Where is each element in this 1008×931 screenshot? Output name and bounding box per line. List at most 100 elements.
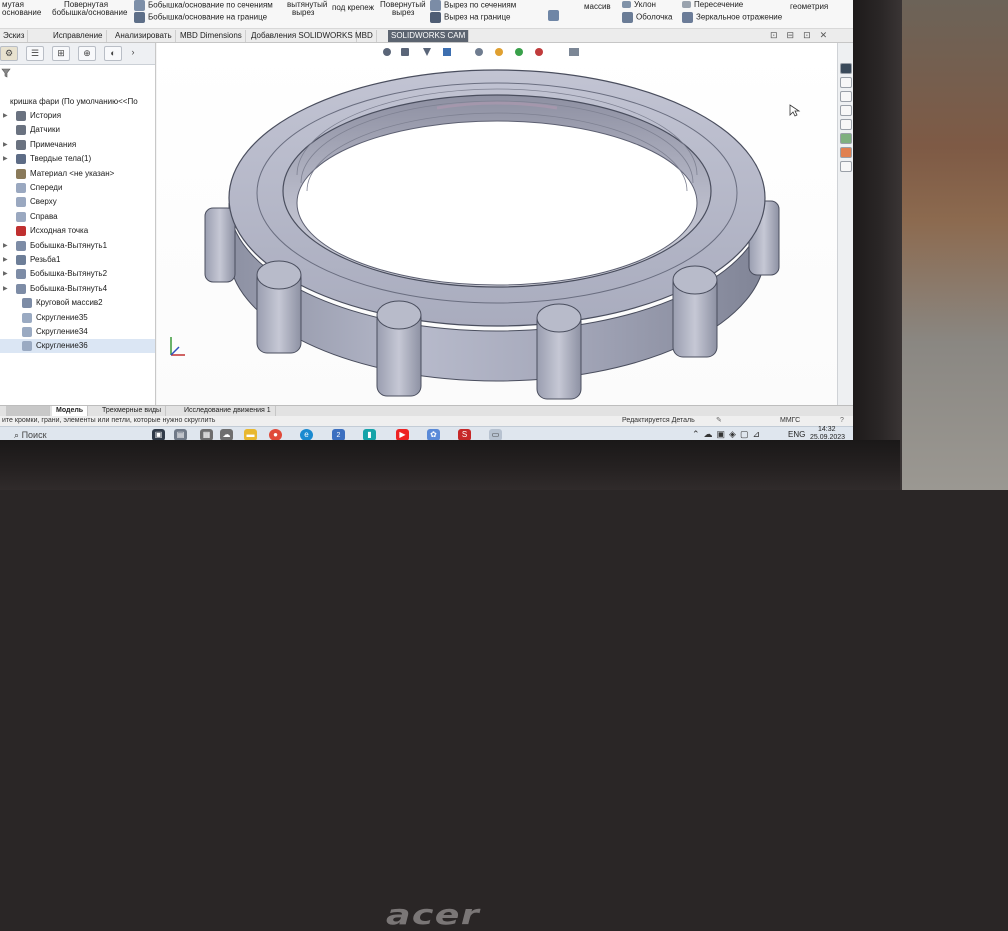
edit-appearance-icon: [535, 48, 543, 56]
tree-filter[interactable]: [0, 67, 155, 79]
tab-3d-views[interactable]: Трехмерные виды: [98, 406, 167, 416]
pattern-icon[interactable]: [548, 10, 562, 21]
tree-item[interactable]: Спереди: [0, 181, 155, 195]
tab-mbd[interactable]: MBD: [352, 30, 377, 42]
screen: мутая основание Повернутая бобышка/основ…: [0, 0, 853, 442]
tree-item[interactable]: ▶ Бобышка-Вытянуть4: [0, 282, 155, 296]
shell-button[interactable]: Оболочка: [622, 12, 672, 23]
property-manager-tab-icon[interactable]: ☰: [26, 46, 44, 61]
expand-arrow-icon[interactable]: ▶: [3, 152, 8, 166]
heads-up-view-toolbar[interactable]: [379, 45, 629, 59]
rebuild-icon[interactable]: ✎: [716, 416, 722, 426]
window-controls[interactable]: ⊡⊟⊡✕: [770, 30, 836, 41]
lock-ring-3d-model[interactable]: [197, 63, 797, 403]
help-icon[interactable]: ?: [840, 416, 844, 426]
tree-item[interactable]: Сверху: [0, 195, 155, 209]
expand-arrow-icon[interactable]: ▶: [3, 138, 8, 152]
display-manager-tab-icon[interactable]: ◐: [104, 46, 122, 61]
tree-item[interactable]: Скругление34: [0, 325, 155, 339]
expand-arrow-icon[interactable]: ▶: [3, 239, 8, 253]
tree-item-label: Бобышка-Вытянуть4: [30, 283, 108, 293]
tree-item[interactable]: Исходная точка: [0, 224, 155, 238]
expand-arrow-icon[interactable]: ▶: [3, 282, 8, 296]
expand-arrow-icon[interactable]: ▶: [3, 267, 8, 281]
appearances-icon[interactable]: [840, 133, 852, 144]
tab-motion-study[interactable]: Исследование движения 1: [180, 406, 276, 416]
language-indicator[interactable]: ENG: [788, 430, 805, 439]
ribbon-item[interactable]: под крепеж: [332, 3, 374, 12]
folder-icon[interactable]: [840, 119, 852, 130]
background-wall: [900, 0, 1008, 490]
design-library-icon[interactable]: [840, 77, 852, 88]
tree-item-label: Бобышка-Вытянуть2: [30, 269, 108, 279]
fillet-icon: [22, 312, 32, 323]
tree-item[interactable]: ▶ Бобышка-Вытянуть1: [0, 239, 155, 253]
custom-properties-icon[interactable]: [840, 147, 852, 158]
search-icon: ⌕: [14, 430, 20, 440]
command-ribbon: мутая основание Повернутая бобышка/основ…: [0, 0, 853, 29]
feature-manager-panel: ⚙ ☰ ⊞ ⊕ ◐ › кришка фари (По умолчанию<<П…: [0, 43, 156, 405]
command-manager-tabs: Эскиз Исправление Анализировать MBD Dime…: [0, 29, 853, 43]
graphics-area[interactable]: [157, 43, 837, 405]
tree-item[interactable]: Скругление35: [0, 311, 155, 325]
status-hint: ите кромки, грани, элементы или петли, к…: [2, 417, 216, 424]
ribbon-item[interactable]: вырез: [392, 8, 414, 17]
tree-item[interactable]: Датчики: [0, 123, 155, 137]
solidworks-resources-icon[interactable]: [840, 63, 852, 74]
tree-item[interactable]: Справа: [0, 210, 155, 224]
boundary-boss-button[interactable]: Бобышка/основание на границе: [134, 12, 267, 23]
ribbon-item[interactable]: геометрия: [790, 2, 828, 11]
file-explorer-icon[interactable]: [840, 91, 852, 102]
dimxpert-tab-icon[interactable]: ⊕: [78, 46, 96, 61]
mirror-icon: [682, 12, 693, 23]
ribbon-item[interactable]: вырез: [292, 8, 314, 17]
tree-item[interactable]: Круговой массив2: [0, 296, 155, 310]
ribbon-item[interactable]: массив: [584, 2, 611, 11]
feature-tree-tab-icon[interactable]: ⚙: [0, 46, 18, 61]
tab-sketch[interactable]: Эскиз: [0, 30, 29, 42]
history-icon: [16, 111, 26, 121]
tree-item-label: Скругление35: [36, 312, 88, 322]
tab-solidworks-addins[interactable]: Добавления SOLIDWORKS: [248, 30, 357, 42]
tree-item[interactable]: Скругление36: [0, 339, 155, 354]
loft-cut-button[interactable]: Вырез по сечениям: [430, 0, 516, 11]
tree-item[interactable]: ▶ Бобышка-Вытянуть2: [0, 267, 155, 281]
tree-item-label: Скругление36: [36, 341, 88, 351]
clock-time[interactable]: 14:32: [818, 426, 836, 433]
extrude-icon: [16, 283, 26, 294]
draft-icon: [622, 1, 631, 9]
view-palette-icon[interactable]: [840, 105, 852, 116]
tree-item[interactable]: Материал <не указан>: [0, 167, 155, 181]
sensor-icon: [16, 125, 26, 136]
tree-item-label: Резьба1: [30, 255, 61, 264]
mirror-button[interactable]: Зеркальное отражение: [682, 12, 782, 23]
tab-solidworks-cam[interactable]: SOLIDWORKS CAM: [388, 30, 470, 42]
list-icon[interactable]: [840, 161, 852, 172]
plane-icon: [16, 183, 26, 193]
tree-item-label: Примечания: [30, 139, 77, 149]
boundary-cut-button[interactable]: Вырез на границе: [430, 12, 510, 23]
tree-item[interactable]: ▶ Примечания: [0, 138, 155, 152]
tab-evaluate[interactable]: Исправление: [50, 30, 107, 42]
tab-analyze[interactable]: Анализировать: [112, 30, 176, 42]
status-units[interactable]: ММГС: [780, 416, 800, 426]
expand-arrow-icon[interactable]: ▶: [3, 109, 8, 123]
ribbon-item[interactable]: бобышка/основание: [52, 8, 127, 17]
tab-mbd-dimensions[interactable]: MBD Dimensions: [177, 30, 246, 42]
status-bar: ите кромки, грани, элементы или петли, к…: [0, 416, 853, 426]
boundary-cut-icon: [430, 12, 441, 23]
system-tray-icons[interactable]: ⌃☁▣◈▢⊿: [692, 429, 764, 440]
tree-item[interactable]: ▶ Резьба1: [0, 253, 155, 267]
configuration-tab-icon[interactable]: ⊞: [52, 46, 70, 61]
expand-arrow-icon[interactable]: ▶: [3, 253, 8, 267]
ribbon-item[interactable]: основание: [2, 8, 41, 17]
tree-item[interactable]: ▶ История: [0, 109, 155, 123]
intersect-button[interactable]: Пересечение: [682, 0, 743, 9]
loft-boss-button[interactable]: Бобышка/основание по сечениям: [134, 0, 273, 11]
plane-icon: [16, 197, 26, 208]
scroll-arrows[interactable]: [6, 406, 50, 416]
chevron-right-icon[interactable]: ›: [128, 46, 138, 61]
draft-button[interactable]: Уклон: [622, 0, 656, 9]
tab-model[interactable]: Модель: [52, 406, 89, 416]
tree-item[interactable]: ▶ Твердые тела(1): [0, 152, 155, 166]
